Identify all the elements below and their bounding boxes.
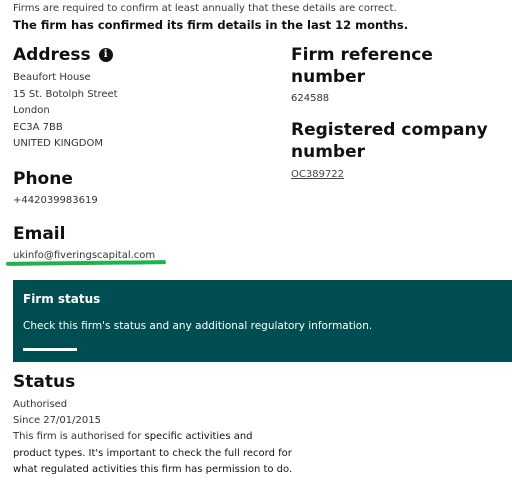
address-lines: Beaufort House 15 St. Botolph Street Lon… <box>13 70 283 153</box>
phone-section: Phone +442039983619 <box>13 168 98 210</box>
firm-status-banner: Firm status Check this firm's status and… <box>13 280 512 362</box>
status-since: Since 27/01/2015 <box>13 415 101 426</box>
firm-reference-heading: Firm reference number <box>291 45 433 87</box>
email-heading: Email <box>13 224 66 244</box>
address-line: EC3A 7BB <box>13 121 63 133</box>
address-section: Address i Beaufort House 15 St. Botolph … <box>13 44 283 153</box>
notice-confirmed-text: The firm has confirmed its firm details … <box>13 18 409 32</box>
email-section: Email ukinfo@fiveringscapital.com <box>13 223 155 265</box>
firm-details-section: Firm reference number 624588 Registered … <box>291 44 511 183</box>
notice-text: Firms are required to confirm at least a… <box>13 3 397 14</box>
phone-heading: Phone <box>13 169 73 189</box>
firm-reference-value: 624588 <box>291 93 330 104</box>
registered-company-heading-line2: number <box>291 141 366 162</box>
status-description: This firm is authorised for specific act… <box>13 429 293 479</box>
address-line: London <box>13 105 50 116</box>
status-section: Status Authorised Since 27/01/2015 This … <box>13 371 313 479</box>
status-heading: Status <box>13 372 76 392</box>
status-desc-part1: This firm is authorised for <box>13 431 145 442</box>
banner-text: Check this firm's status and any additio… <box>23 320 373 332</box>
banner-accent-bar <box>23 348 77 351</box>
banner-title: Firm status <box>23 292 101 306</box>
address-line: 15 St. Botolph Street <box>13 88 118 100</box>
info-icon[interactable]: i <box>98 48 113 62</box>
registered-company-link[interactable]: OC389722 <box>291 167 511 184</box>
registered-company-heading-line1: Registered company <box>291 119 488 140</box>
address-line: UNITED KINGDOM <box>13 138 103 149</box>
status-value: Authorised <box>13 399 68 410</box>
highlight-underline <box>5 260 167 266</box>
address-line: Beaufort House <box>13 72 91 83</box>
confirmation-notice: Firms are required to confirm at least a… <box>13 2 508 33</box>
address-heading: Address <box>13 45 91 65</box>
phone-value: +442039983619 <box>13 195 98 206</box>
registered-company-heading: Registered company number <box>291 119 511 163</box>
